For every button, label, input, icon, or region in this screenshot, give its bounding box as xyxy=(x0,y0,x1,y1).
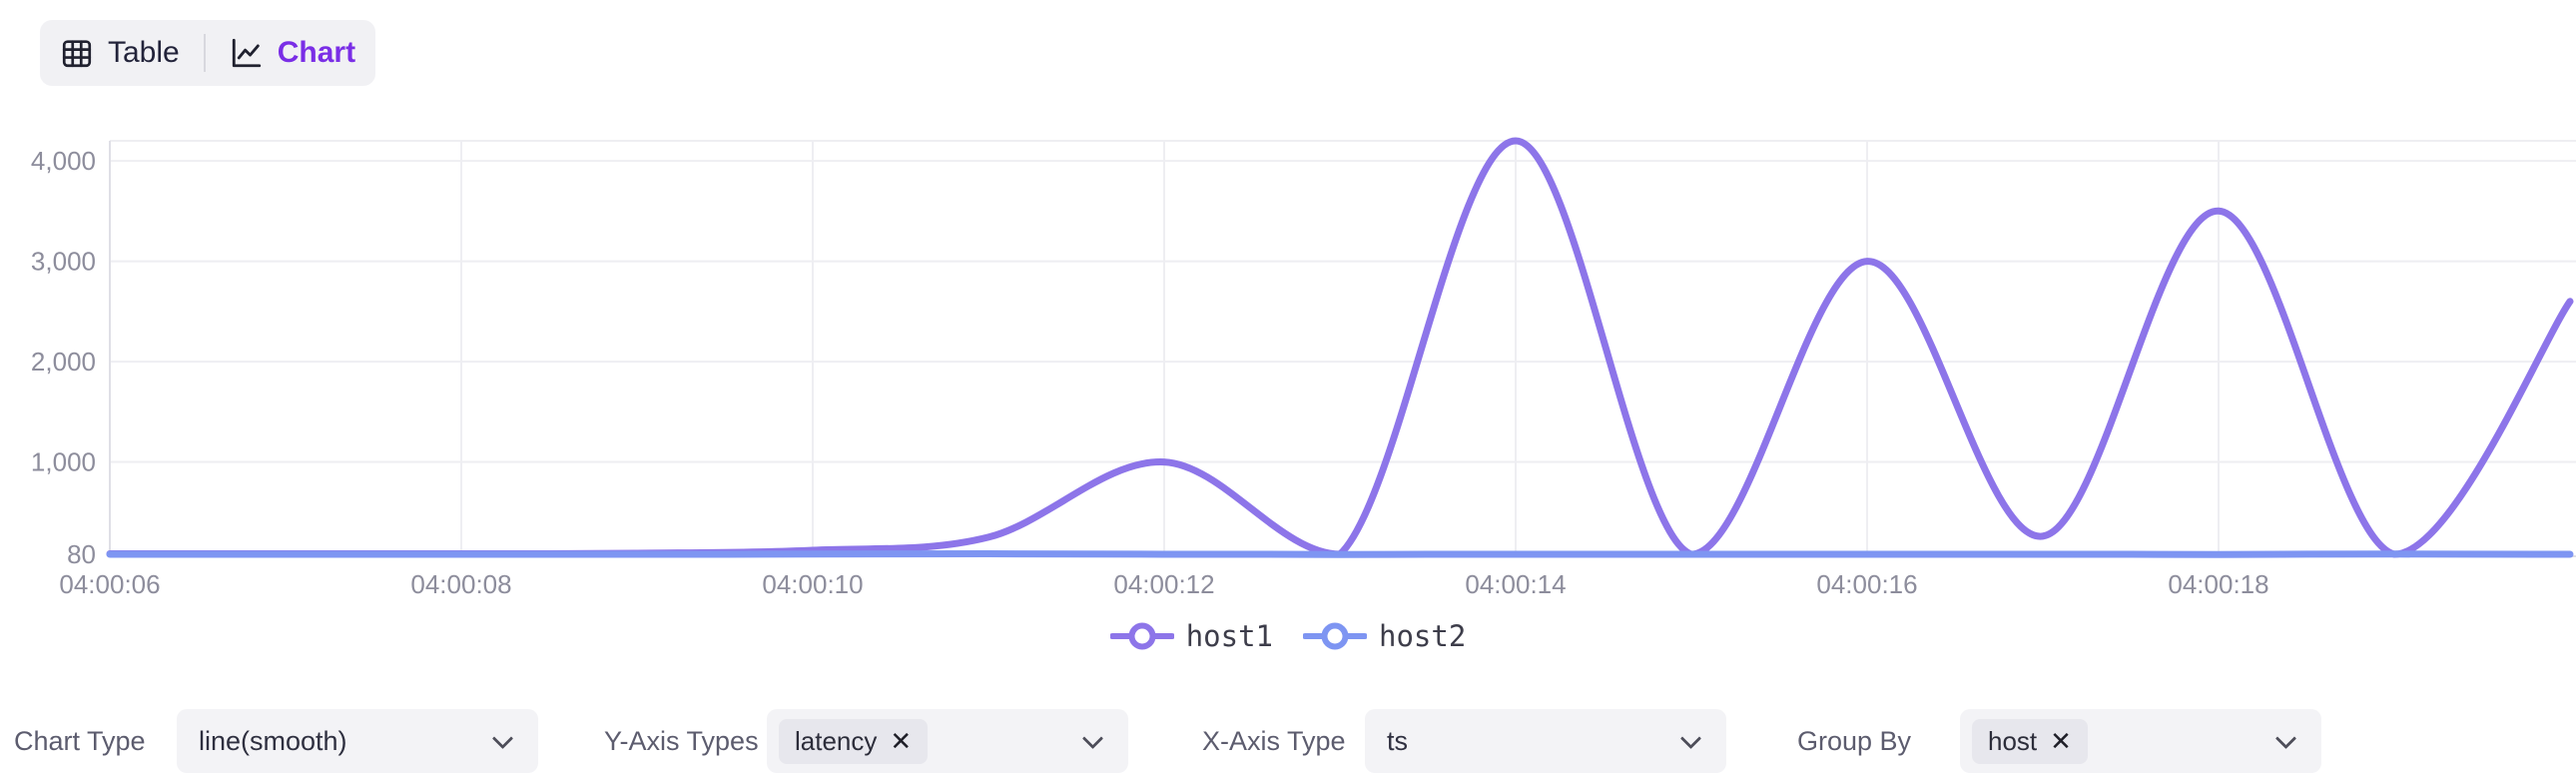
chevron-down-icon xyxy=(2275,728,2296,749)
x-axis-label: 04:00:12 xyxy=(1113,569,1214,599)
chart-type-select[interactable]: line(smooth) xyxy=(177,709,538,773)
x-axis-type-select[interactable]: ts xyxy=(1365,709,1726,773)
legend-marker-icon xyxy=(1110,620,1174,652)
x-axis-label: 04:00:06 xyxy=(59,569,160,599)
group-by-select[interactable]: host ✕ xyxy=(1960,709,2321,773)
selected-tag: host ✕ xyxy=(1972,719,2088,764)
chart-plot[interactable]: 80 1,000 2,000 3,000 4,000 04:00:06 04:00:08 04… xyxy=(0,80,2576,619)
y-axis-label: 80 xyxy=(67,539,96,569)
x-axis-label: 04:00:08 xyxy=(410,569,511,599)
group-by-label: Group By xyxy=(1797,726,1960,757)
remove-tag-icon[interactable]: ✕ xyxy=(2050,728,2072,754)
line-chart-icon xyxy=(230,36,264,70)
table-view-label: Table xyxy=(108,36,180,70)
series-line-host1 xyxy=(110,141,2570,554)
legend-item-host1[interactable]: host1 xyxy=(1110,619,1273,653)
y-axis-label: 2,000 xyxy=(31,347,96,377)
x-axis-label: 04:00:16 xyxy=(1816,569,1917,599)
selected-tag-label: host xyxy=(1988,726,2037,757)
legend-item-host2[interactable]: host2 xyxy=(1303,619,1466,653)
x-axis-label: 04:00:14 xyxy=(1465,569,1566,599)
y-axis-label: 3,000 xyxy=(31,247,96,277)
chart-type-control: Chart Type line(smooth) xyxy=(14,709,538,773)
y-axis-types-select[interactable]: latency ✕ xyxy=(767,709,1128,773)
group-by-control: Group By host ✕ xyxy=(1797,709,2321,773)
chart-view-button[interactable]: Chart xyxy=(230,36,355,70)
selected-tag: latency ✕ xyxy=(779,719,928,764)
chart-legend: host1 host2 xyxy=(0,619,2576,653)
y-axis-types-label: Y-Axis Types xyxy=(604,726,767,757)
y-axis-label: 1,000 xyxy=(31,447,96,477)
remove-tag-icon[interactable]: ✕ xyxy=(890,728,912,754)
y-axis-label: 4,000 xyxy=(31,146,96,176)
table-view-button[interactable]: Table xyxy=(60,36,180,70)
toggle-divider xyxy=(204,34,206,72)
chevron-down-icon xyxy=(1082,728,1103,749)
legend-item-label: host1 xyxy=(1186,619,1273,653)
legend-item-label: host2 xyxy=(1379,619,1466,653)
chart-view-label: Chart xyxy=(278,36,355,70)
view-toggle: Table Chart xyxy=(40,20,375,86)
chevron-down-icon xyxy=(492,728,513,749)
x-axis-type-control: X-Axis Type ts xyxy=(1202,709,1726,773)
table-icon xyxy=(60,36,94,70)
legend-marker-icon xyxy=(1303,620,1367,652)
x-axis-type-label: X-Axis Type xyxy=(1202,726,1365,757)
chart-type-value: line(smooth) xyxy=(199,726,347,757)
x-axis-type-value: ts xyxy=(1387,726,1408,757)
series-line-host2 xyxy=(110,554,2570,555)
selected-tag-label: latency xyxy=(795,726,877,757)
x-axis-label: 04:00:10 xyxy=(762,569,863,599)
y-axis-types-control: Y-Axis Types latency ✕ xyxy=(604,709,1128,773)
x-axis-label: 04:00:18 xyxy=(2168,569,2268,599)
chart-type-label: Chart Type xyxy=(14,726,177,757)
chevron-down-icon xyxy=(1680,728,1701,749)
